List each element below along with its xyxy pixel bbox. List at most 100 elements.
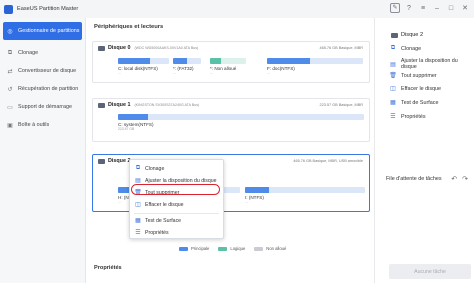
disk-icon [98, 158, 105, 164]
legend-item: Principale [179, 246, 209, 251]
partition-usage-fill [118, 114, 148, 120]
rp-item-clone[interactable]: ⧉ Clonage [389, 45, 421, 52]
partition-usage-fill [245, 187, 269, 193]
rp-item-label: Effacer le disque [401, 85, 442, 92]
wipe-icon: ◫ [390, 86, 396, 92]
properties-icon: ☰ [390, 114, 396, 120]
ctx-item-surface-test[interactable]: ▦ Test de Surface [134, 217, 182, 225]
disk-card-0[interactable]: Disque 0 (WDC WD5000AAKS-00V1A0 ATA Bus)… [92, 41, 370, 83]
right-panel-header: Disque 2 [391, 32, 423, 38]
convert-icon: ⇄ [7, 68, 13, 75]
disk-name: Disque 0 [108, 45, 131, 51]
section-title: Périphériques et lecteurs [94, 24, 164, 30]
disk-card-1[interactable]: Disque 1 (KINGSTON SV300S37A240G ATA Bus… [92, 98, 370, 142]
queue-buttons: ↶ ↷ [451, 175, 468, 183]
recovery-icon: ↺ [7, 86, 13, 93]
disk-model: (KINGSTON SV300S37A240G ATA Bus) [134, 103, 200, 107]
ctx-divider [134, 213, 219, 214]
properties-icon: ☰ [135, 230, 141, 236]
partition-size: ... [245, 200, 248, 204]
partition-unallocated[interactable]: *: Non alloué ... [210, 58, 246, 75]
highlight-annotation-ring [131, 184, 220, 195]
properties-title: Propriétés [94, 265, 122, 271]
feedback-icon[interactable]: ✎ [390, 3, 400, 13]
partition-usage-fill [210, 58, 221, 64]
redo-icon[interactable]: ↷ [462, 175, 468, 183]
rp-item-wipe-disk[interactable]: ◫ Effacer le disque [389, 85, 442, 93]
sidebar-item-label: Support de démarrage [18, 104, 72, 110]
help-icon[interactable]: ? [404, 3, 414, 14]
ctx-item-wipe-disk[interactable]: ◫ Effacer le disque [134, 201, 184, 209]
disk-info: 465.76 GB Basique, MBR, USB amovible [293, 159, 363, 163]
sidebar-item-label: Clonage [18, 50, 39, 56]
partition-size: ... [267, 71, 270, 75]
disk-model: (WDC WD5000AAKS-00V1A0 ATA Bus) [134, 46, 199, 50]
legend-item: Logique [218, 246, 245, 251]
task-queue-label: File d'attente de tâches [386, 176, 442, 182]
layout-icon: ▤ [390, 61, 396, 68]
title-bar: EaseUS Partition Master ✎ ? ≡ – □ ✕ [0, 0, 474, 18]
partition-c[interactable]: C: local disk(NTFS) ... [118, 58, 169, 75]
ctx-item-clone[interactable]: ⧉ Clonage [134, 165, 164, 172]
ctx-item-label: Test de Surface [145, 217, 182, 224]
context-menu: ⧉ Clonage ▤ Ajuster la disposition du di… [129, 159, 224, 239]
undo-icon[interactable]: ↶ [451, 175, 457, 183]
partition-size: ... [173, 71, 176, 75]
menu-icon[interactable]: ≡ [418, 3, 428, 14]
partition-c-system[interactable]: C: system(NTFS) 223.57 GB [118, 114, 364, 131]
close-icon[interactable]: ✕ [460, 3, 470, 14]
rp-item-surface-test[interactable]: ▦ Test de Surface [389, 99, 439, 107]
clone-icon: ⧉ [135, 165, 141, 171]
wipe-icon: ◫ [135, 202, 141, 208]
sidebar-item-label: Boîte à outils [18, 122, 50, 128]
rp-item-label: Test de Surface [401, 99, 439, 106]
ctx-item-label: Effacer le disque [145, 201, 184, 208]
partition-icon: ◎ [7, 28, 13, 35]
rp-item-label: Clonage [401, 45, 422, 52]
sidebar-item-label: Récupération de partition [18, 86, 79, 92]
ctx-item-label: Clonage [145, 165, 165, 172]
rp-item-delete-all[interactable]: 🗑 Tout supprimer [389, 72, 437, 80]
minimize-icon[interactable]: – [432, 3, 442, 14]
execute-tasks-button[interactable]: Aucune tâche [389, 264, 471, 279]
partition-fat32[interactable]: *: (FAT32) ... [173, 58, 201, 75]
disk-icon [391, 32, 398, 38]
sidebar-item-partition-recovery[interactable]: ↺ Récupération de partition [0, 80, 85, 98]
rp-item-label: Ajuster la disposition du disque [400, 58, 458, 70]
surface-test-icon: ▦ [135, 218, 141, 224]
sidebar-item-partition-manager[interactable]: ◎ Gestionnaire de partitions [3, 22, 82, 40]
toolbox-icon: ▣ [7, 122, 13, 129]
sidebar-item-label: Gestionnaire de partitions [18, 28, 80, 34]
partition-f[interactable]: F: doc(NTFS) ... [267, 58, 363, 75]
disk-name: Disque 2 [108, 158, 131, 164]
app-logo-icon [4, 4, 13, 14]
main-area: Périphériques et lecteurs Disque 0 (WDC … [87, 18, 373, 283]
partition-usage-fill [267, 58, 311, 64]
partition-i[interactable]: I: (NTFS) ... [245, 187, 365, 204]
legend-swatch-unallocated [254, 246, 264, 251]
disk-info: 465.76 GB Basique, MBR [319, 46, 363, 50]
sidebar: ◎ Gestionnaire de partitions ⧉ Clonage ⇄… [0, 18, 86, 283]
rp-item-label: Tout supprimer [401, 72, 437, 79]
delete-icon: 🗑 [389, 73, 397, 79]
rp-item-adjust-layout[interactable]: ▤ Ajuster la disposition du disque [389, 58, 474, 70]
partition-size: 223.57 GB [118, 127, 135, 131]
rp-item-properties[interactable]: ☰ Propriétés [389, 113, 425, 121]
legend-swatch-logical [218, 246, 228, 251]
right-panel-title: Disque 2 [401, 32, 424, 38]
disk-icon [98, 102, 105, 108]
ctx-item-adjust-layout[interactable]: ▤ Ajuster la disposition du disque [134, 177, 217, 185]
sidebar-item-label: Convertisseur de disque [18, 68, 77, 74]
sidebar-item-disk-converter[interactable]: ⇄ Convertisseur de disque [0, 62, 85, 80]
ctx-item-label: Ajuster la disposition du disque [145, 177, 217, 184]
maximize-icon[interactable]: □ [446, 3, 456, 14]
boot-media-icon: ▭ [7, 104, 13, 111]
app-title: EaseUS Partition Master [17, 6, 79, 12]
sidebar-item-clone[interactable]: ⧉ Clonage [0, 44, 85, 62]
sidebar-item-boot-media[interactable]: ▭ Support de démarrage [0, 98, 85, 116]
legend-swatch-primary [179, 246, 188, 251]
partition-usage-fill [173, 58, 187, 64]
sidebar-item-toolbox[interactable]: ▣ Boîte à outils [0, 116, 85, 134]
ctx-item-properties[interactable]: ☰ Propriétés [134, 229, 168, 237]
partition-usage-fill [118, 58, 150, 64]
